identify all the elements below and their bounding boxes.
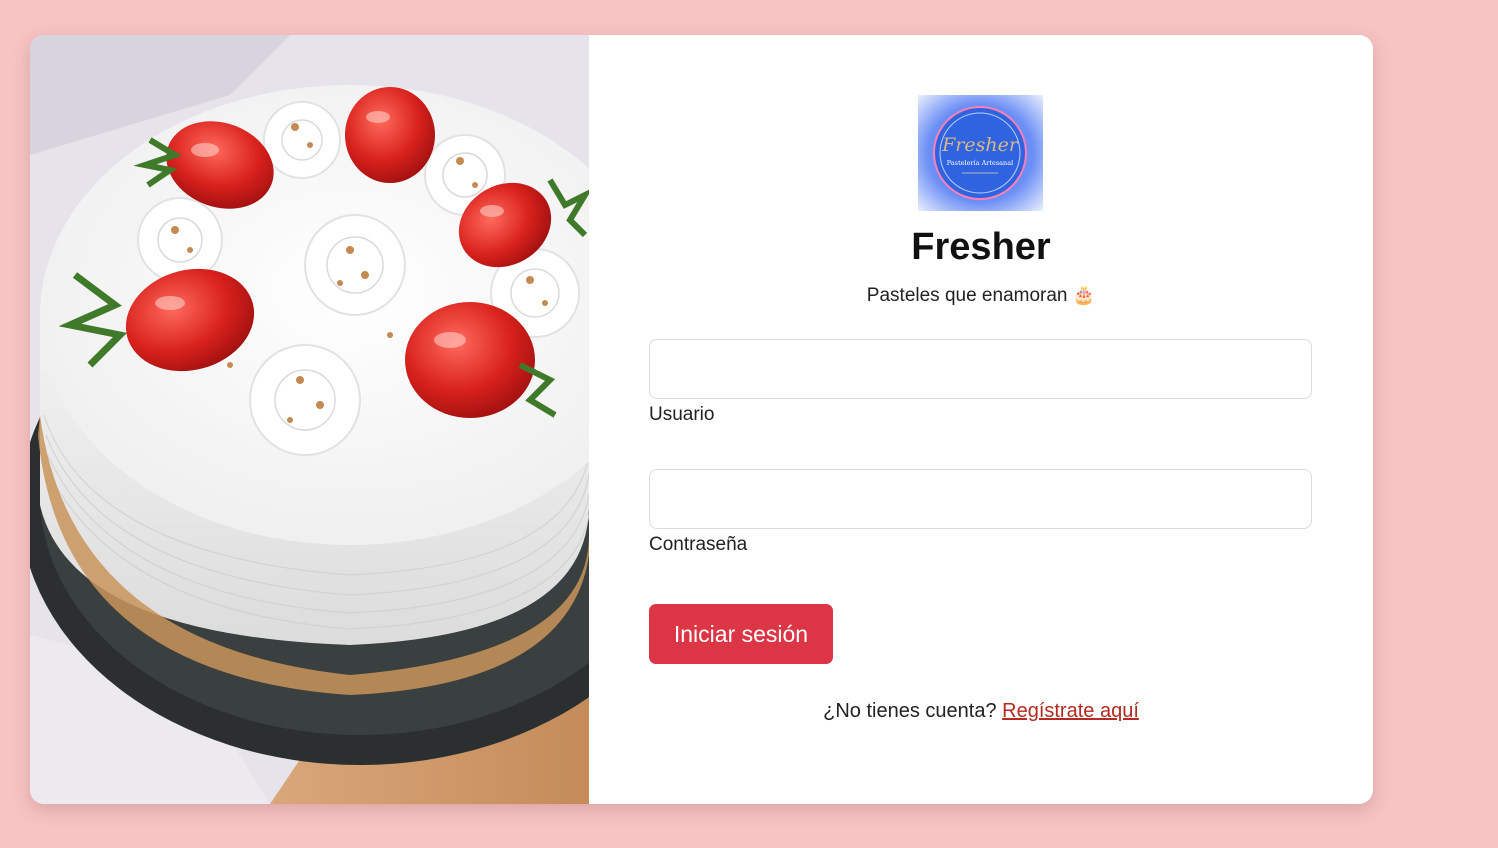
register-prompt-text: ¿No tienes cuenta? <box>823 700 997 722</box>
cake-icon: 🎂 <box>1072 285 1096 305</box>
username-input[interactable] <box>649 339 1312 399</box>
register-link[interactable]: Regístrate aquí <box>1002 700 1139 722</box>
logo-subtitle-text: Pastelería Artesanal <box>947 159 1013 167</box>
login-form-panel: Fresher Pastelería Artesanal Fresher Pas… <box>589 35 1373 804</box>
tagline-text: Pasteles que enamoran <box>866 285 1068 306</box>
username-label: Usuario <box>649 404 715 425</box>
logo-emblem: Fresher Pastelería Artesanal <box>918 95 1043 211</box>
password-input[interactable] <box>649 469 1312 529</box>
cake-photo <box>30 35 589 804</box>
cake-illustration <box>30 35 589 804</box>
brand-tagline: Pasteles que enamoran 🎂 <box>589 283 1373 308</box>
login-button[interactable]: Iniciar sesión <box>649 604 833 664</box>
brand-logo: Fresher Pastelería Artesanal <box>918 95 1043 211</box>
brand-title: Fresher <box>911 226 1051 268</box>
login-card: Fresher Pastelería Artesanal Fresher Pas… <box>30 35 1373 804</box>
register-prompt: ¿No tienes cuenta? Regístrate aquí <box>589 698 1373 724</box>
password-label: Contraseña <box>649 534 748 555</box>
logo-script-text: Fresher <box>941 134 1020 156</box>
